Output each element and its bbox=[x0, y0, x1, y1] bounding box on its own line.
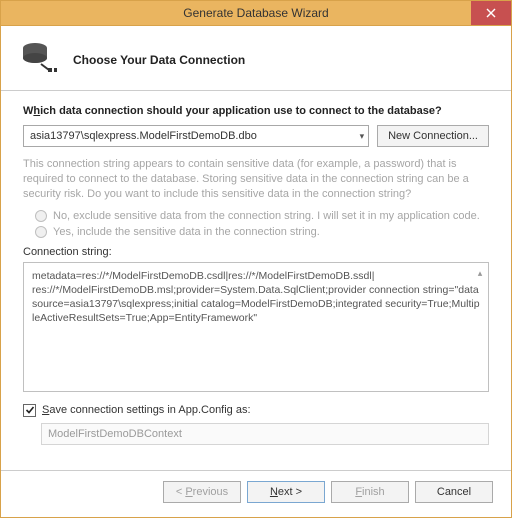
footer: < Previous Next > Finish Cancel bbox=[1, 470, 511, 517]
connection-string-value: metadata=res://*/ModelFirstDemoDB.csdl|r… bbox=[32, 270, 482, 325]
window-title: Generate Database Wizard bbox=[1, 6, 511, 20]
chevron-down-icon: ▾ bbox=[360, 131, 365, 142]
context-name-input[interactable]: ModelFirstDemoDBContext bbox=[41, 423, 489, 445]
finish-button: Finish bbox=[331, 481, 409, 503]
new-connection-button[interactable]: New Connection... bbox=[377, 125, 489, 147]
sensitive-data-info: This connection string appears to contai… bbox=[23, 157, 489, 202]
titlebar: Generate Database Wizard bbox=[0, 0, 512, 26]
save-settings-label: Save connection settings in App.Config a… bbox=[42, 404, 251, 416]
page-heading: Choose Your Data Connection bbox=[73, 53, 245, 67]
cancel-button[interactable]: Cancel bbox=[415, 481, 493, 503]
radio-icon bbox=[35, 210, 47, 222]
radio-include-sensitive: Yes, include the sensitive data in the c… bbox=[35, 226, 489, 238]
checkmark-icon bbox=[25, 405, 35, 415]
database-icon bbox=[19, 40, 59, 80]
scroll-up-icon[interactable]: ▴ bbox=[474, 267, 486, 279]
radio-include-label: Yes, include the sensitive data in the c… bbox=[53, 226, 320, 238]
save-settings-checkbox-row: Save connection settings in App.Config a… bbox=[23, 404, 489, 417]
radio-icon bbox=[35, 226, 47, 238]
header: Choose Your Data Connection bbox=[1, 26, 511, 91]
close-icon bbox=[486, 8, 496, 18]
close-button[interactable] bbox=[471, 1, 511, 25]
next-button[interactable]: Next > bbox=[247, 481, 325, 503]
radio-exclude-sensitive: No, exclude sensitive data from the conn… bbox=[35, 210, 489, 222]
prompt-label: Which data connection should your applic… bbox=[23, 105, 489, 117]
save-settings-checkbox[interactable] bbox=[23, 404, 36, 417]
previous-button: < Previous bbox=[163, 481, 241, 503]
connection-dropdown[interactable]: asia13797\sqlexpress.ModelFirstDemoDB.db… bbox=[23, 125, 369, 147]
radio-exclude-label: No, exclude sensitive data from the conn… bbox=[53, 210, 480, 222]
connection-string-label: Connection string: bbox=[23, 246, 489, 258]
connection-string-textarea[interactable]: ▴ metadata=res://*/ModelFirstDemoDB.csdl… bbox=[23, 262, 489, 392]
context-name-value: ModelFirstDemoDBContext bbox=[48, 428, 182, 440]
content: Which data connection should your applic… bbox=[1, 91, 511, 470]
connection-selected-value: asia13797\sqlexpress.ModelFirstDemoDB.db… bbox=[30, 130, 257, 142]
dialog-body: Choose Your Data Connection Which data c… bbox=[0, 26, 512, 518]
